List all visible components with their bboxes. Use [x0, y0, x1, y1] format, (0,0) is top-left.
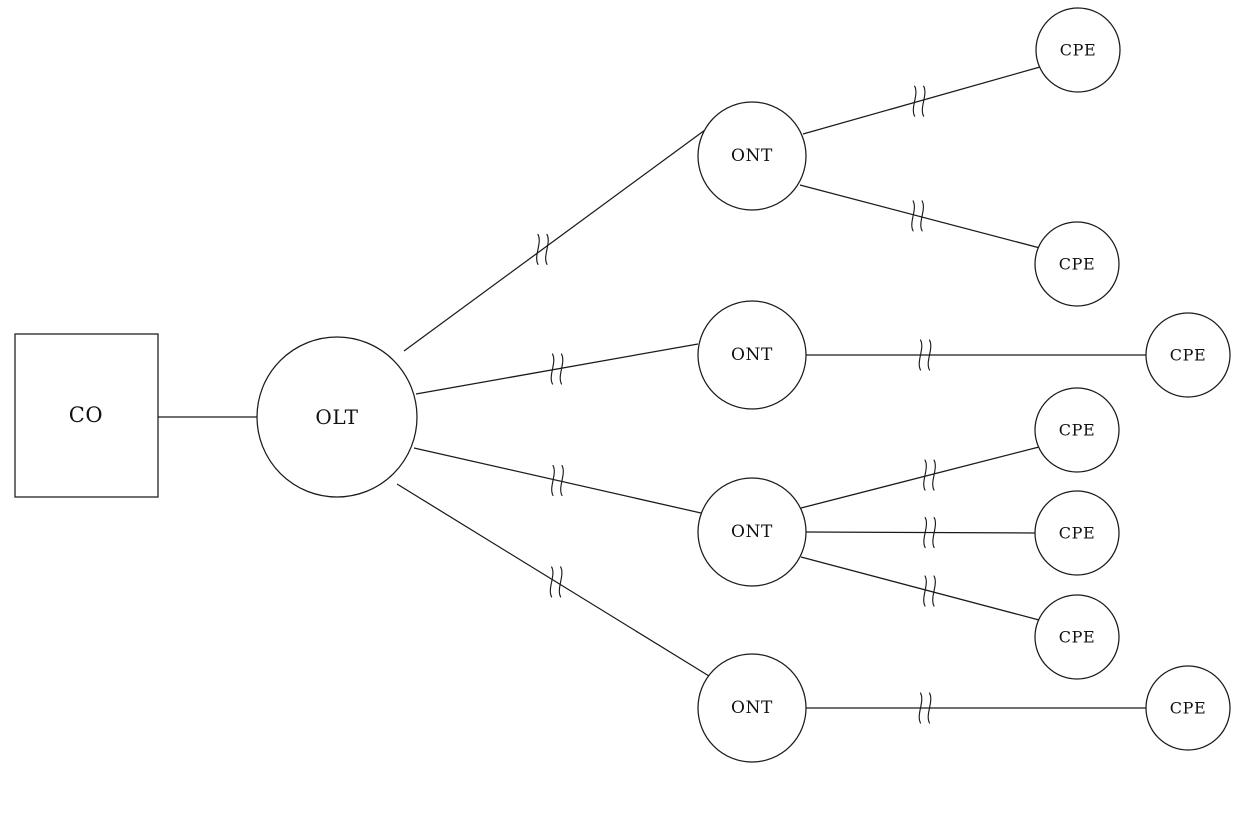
break-tick: [549, 566, 554, 598]
link-ont-3-to-cpe-4: [800, 446, 1040, 509]
node-cpe-7-label: CPE: [1170, 699, 1207, 718]
node-ont-2-label: ONT: [731, 345, 773, 365]
break-tick: [923, 575, 927, 607]
node-co-label: CO: [69, 403, 103, 427]
node-ont-1-label: ONT: [731, 146, 773, 166]
nodes-layer: CO OLT ONT ONT ONT ONT CPE CPE CPE CPE CPE CPE CPE: [14, 7, 1231, 763]
break-tick: [551, 464, 555, 497]
link-olt-to-ont-4: [396, 483, 710, 677]
link-olt-to-ont-2: [415, 343, 699, 395]
link-olt-to-ont-1: [403, 129, 706, 352]
break-tick: [911, 200, 915, 232]
break-tick: [558, 566, 563, 598]
break-tick: [560, 464, 564, 497]
link-olt-to-ont-3: [413, 447, 702, 514]
node-ont-4-label: ONT: [731, 698, 773, 718]
break-tick: [559, 353, 564, 385]
topology-canvas: CO OLT ONT ONT ONT ONT CPE CPE CPE CPE CPE CPE CPE: [14, 7, 1231, 763]
break-tick: [536, 233, 540, 265]
node-cpe-2-label: CPE: [1059, 255, 1096, 274]
break-tick: [923, 459, 927, 491]
link-ont-3-to-cpe-6: [800, 556, 1040, 621]
link-ont-3-to-cpe-5: [805, 531, 1036, 534]
break-tick: [912, 85, 917, 117]
node-cpe-3-label: CPE: [1170, 346, 1207, 365]
break-tick: [932, 575, 936, 607]
break-tick: [545, 233, 549, 265]
break-tick: [921, 85, 926, 117]
break-tick: [932, 459, 936, 491]
node-cpe-5-label: CPE: [1059, 524, 1096, 543]
break-tick: [920, 200, 924, 232]
node-cpe-1-label: CPE: [1060, 41, 1097, 60]
break-tick: [550, 353, 555, 385]
node-ont-3-label: ONT: [731, 522, 773, 542]
node-cpe-6-label: CPE: [1059, 628, 1096, 647]
network-diagram: CO OLT ONT ONT ONT ONT CPE CPE CPE CPE CPE CPE CPE: [0, 0, 1240, 821]
node-cpe-4-label: CPE: [1059, 421, 1096, 440]
link-ont-1-to-cpe-2: [799, 184, 1041, 249]
link-ont-1-to-cpe-1: [802, 66, 1041, 135]
node-olt-label: OLT: [315, 405, 358, 429]
